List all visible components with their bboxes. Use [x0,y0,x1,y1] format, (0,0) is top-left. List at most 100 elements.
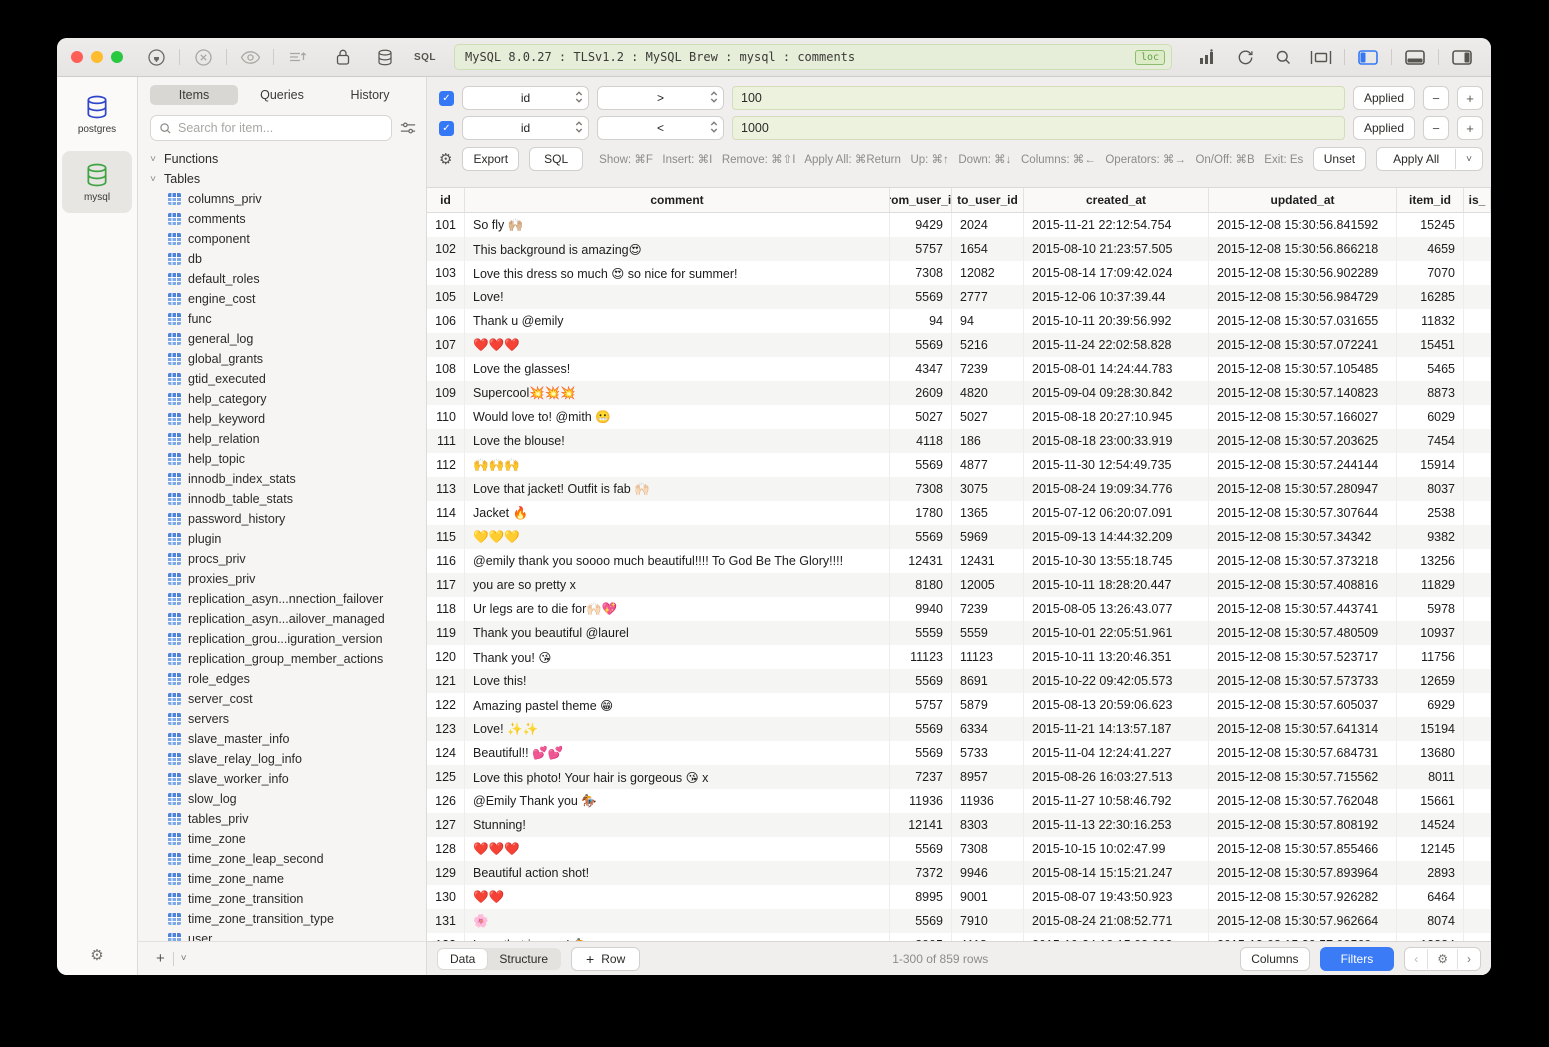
cell-item_id[interactable]: 12884 [1397,933,1464,941]
cell-created_at[interactable]: 2015-08-10 21:23:57.505 [1024,237,1209,261]
cell-updated_at[interactable]: 2015-12-08 15:30:57.480509 [1209,621,1397,645]
column-header-item_id[interactable]: item_id [1397,188,1464,212]
cell-id[interactable]: 109 [427,381,465,405]
cell-created_at[interactable]: 2015-08-01 14:24:44.783 [1024,357,1209,381]
cell-item_id[interactable]: 11829 [1397,573,1464,597]
cell-comment[interactable]: Beautiful action shot! [465,861,890,885]
tab-history[interactable]: History [326,85,414,105]
cell-created_at[interactable]: 2015-10-01 22:05:51.961 [1024,621,1209,645]
cell-from_user_id[interactable]: 5569 [890,717,952,741]
cell-updated_at[interactable]: 2015-12-08 15:30:57.244144 [1209,453,1397,477]
unset-button[interactable]: Unset [1313,147,1366,171]
sidebar-table-item[interactable]: db [148,249,426,269]
cell-item_id[interactable]: 8011 [1397,765,1464,789]
cell-updated_at[interactable]: 2015-12-08 15:30:57.99569 [1209,933,1397,941]
cell-item_id[interactable]: 8037 [1397,477,1464,501]
cell-created_at[interactable]: 2015-11-24 22:02:58.828 [1024,333,1209,357]
cell-is_[interactable] [1464,909,1491,933]
cell-updated_at[interactable]: 2015-12-08 15:30:57.203625 [1209,429,1397,453]
cell-id[interactable]: 108 [427,357,465,381]
cell-is_[interactable] [1464,525,1491,549]
cell-is_[interactable] [1464,741,1491,765]
cell-comment[interactable]: @emily thank you soooo much beautiful!!!… [465,549,890,573]
cell-to_user_id[interactable]: 5879 [952,693,1024,717]
tab-structure[interactable]: Structure [487,949,560,969]
cell-is_[interactable] [1464,501,1491,525]
cell-id[interactable]: 107 [427,333,465,357]
cell-item_id[interactable]: 15245 [1397,213,1464,237]
sidebar-table-item[interactable]: global_grants [148,349,426,369]
cell-id[interactable]: 122 [427,693,465,717]
cell-to_user_id[interactable]: 7239 [952,597,1024,621]
sidebar-table-item[interactable]: role_edges [148,669,426,689]
cell-item_id[interactable]: 6464 [1397,885,1464,909]
cell-created_at[interactable]: 2015-10-24 18:15:03.692 [1024,933,1209,941]
cell-to_user_id[interactable]: 4118 [952,933,1024,941]
cell-comment[interactable]: Stunning! [465,813,890,837]
cell-created_at[interactable]: 2015-09-13 14:44:32.209 [1024,525,1209,549]
cell-from_user_id[interactable]: 7237 [890,765,952,789]
filters-button[interactable]: Filters [1320,947,1395,971]
cell-id[interactable]: 121 [427,669,465,693]
cell-updated_at[interactable]: 2015-12-08 15:30:56.866218 [1209,237,1397,261]
cell-is_[interactable] [1464,885,1491,909]
cell-comment[interactable]: Beautiful!! 💕💕 [465,741,890,765]
export-button[interactable]: Export [462,147,519,171]
lock-icon[interactable] [324,45,362,69]
sidebar-table-item[interactable]: procs_priv [148,549,426,569]
preview-eye-icon[interactable] [231,45,269,69]
cell-created_at[interactable]: 2015-10-22 09:42:05.573 [1024,669,1209,693]
cell-comment[interactable]: ❤️❤️❤️ [465,837,890,861]
sidebar-table-item[interactable]: engine_cost [148,289,426,309]
sidebar-table-item[interactable]: server_cost [148,689,426,709]
cell-id[interactable]: 123 [427,717,465,741]
cell-from_user_id[interactable]: 5559 [890,621,952,645]
cell-updated_at[interactable]: 2015-12-08 15:30:57.893964 [1209,861,1397,885]
cell-to_user_id[interactable]: 9001 [952,885,1024,909]
column-header-is_[interactable]: is_ [1464,188,1491,212]
cell-id[interactable]: 112 [427,453,465,477]
cell-updated_at[interactable]: 2015-12-08 15:30:57.307644 [1209,501,1397,525]
cell-updated_at[interactable]: 2015-12-08 15:30:57.684731 [1209,741,1397,765]
cell-to_user_id[interactable]: 2024 [952,213,1024,237]
filter-applied-button[interactable]: Applied [1353,116,1415,140]
filter-applied-button[interactable]: Applied [1353,86,1415,110]
cell-is_[interactable] [1464,597,1491,621]
cell-id[interactable]: 113 [427,477,465,501]
cell-from_user_id[interactable]: 2609 [890,381,952,405]
cell-comment[interactable]: Love the blouse! [465,429,890,453]
cell-to_user_id[interactable]: 5733 [952,741,1024,765]
cell-id[interactable]: 131 [427,909,465,933]
cell-from_user_id[interactable]: 5757 [890,237,952,261]
cell-is_[interactable] [1464,333,1491,357]
connection-postgres[interactable]: postgres [62,83,132,145]
sidebar-table-item[interactable]: replication_asyn...nnection_failover [148,589,426,609]
cell-created_at[interactable]: 2015-11-30 12:54:49.735 [1024,453,1209,477]
cell-to_user_id[interactable]: 7239 [952,357,1024,381]
sidebar-table-item[interactable]: time_zone [148,829,426,849]
cell-created_at[interactable]: 2015-08-24 19:09:34.776 [1024,477,1209,501]
filter-column-select[interactable]: id [462,86,589,110]
cell-to_user_id[interactable]: 6334 [952,717,1024,741]
sidebar-table-item[interactable]: slow_log [148,789,426,809]
cell-item_id[interactable]: 15451 [1397,333,1464,357]
cell-id[interactable]: 119 [427,621,465,645]
cell-updated_at[interactable]: 2015-12-08 15:30:57.373218 [1209,549,1397,573]
cell-to_user_id[interactable]: 7308 [952,837,1024,861]
cell-updated_at[interactable]: 2015-12-08 15:30:57.523717 [1209,645,1397,669]
cell-is_[interactable] [1464,261,1491,285]
cell-is_[interactable] [1464,765,1491,789]
cell-updated_at[interactable]: 2015-12-08 15:30:57.808192 [1209,813,1397,837]
cell-created_at[interactable]: 2015-08-05 13:26:43.077 [1024,597,1209,621]
cell-is_[interactable] [1464,381,1491,405]
connect-icon[interactable] [137,45,175,69]
toggle-bottom-panel-icon[interactable] [1396,45,1434,69]
cell-updated_at[interactable]: 2015-12-08 15:30:57.443741 [1209,597,1397,621]
sidebar-table-item[interactable]: default_roles [148,269,426,289]
refresh-icon[interactable] [1226,45,1264,69]
sql-button[interactable]: SQL [529,147,583,171]
filter-operator-select[interactable]: > [597,86,724,110]
cell-comment[interactable]: Would love to! @mith 😬 [465,405,890,429]
cell-created_at[interactable]: 2015-10-11 18:28:20.447 [1024,573,1209,597]
cell-id[interactable]: 130 [427,885,465,909]
